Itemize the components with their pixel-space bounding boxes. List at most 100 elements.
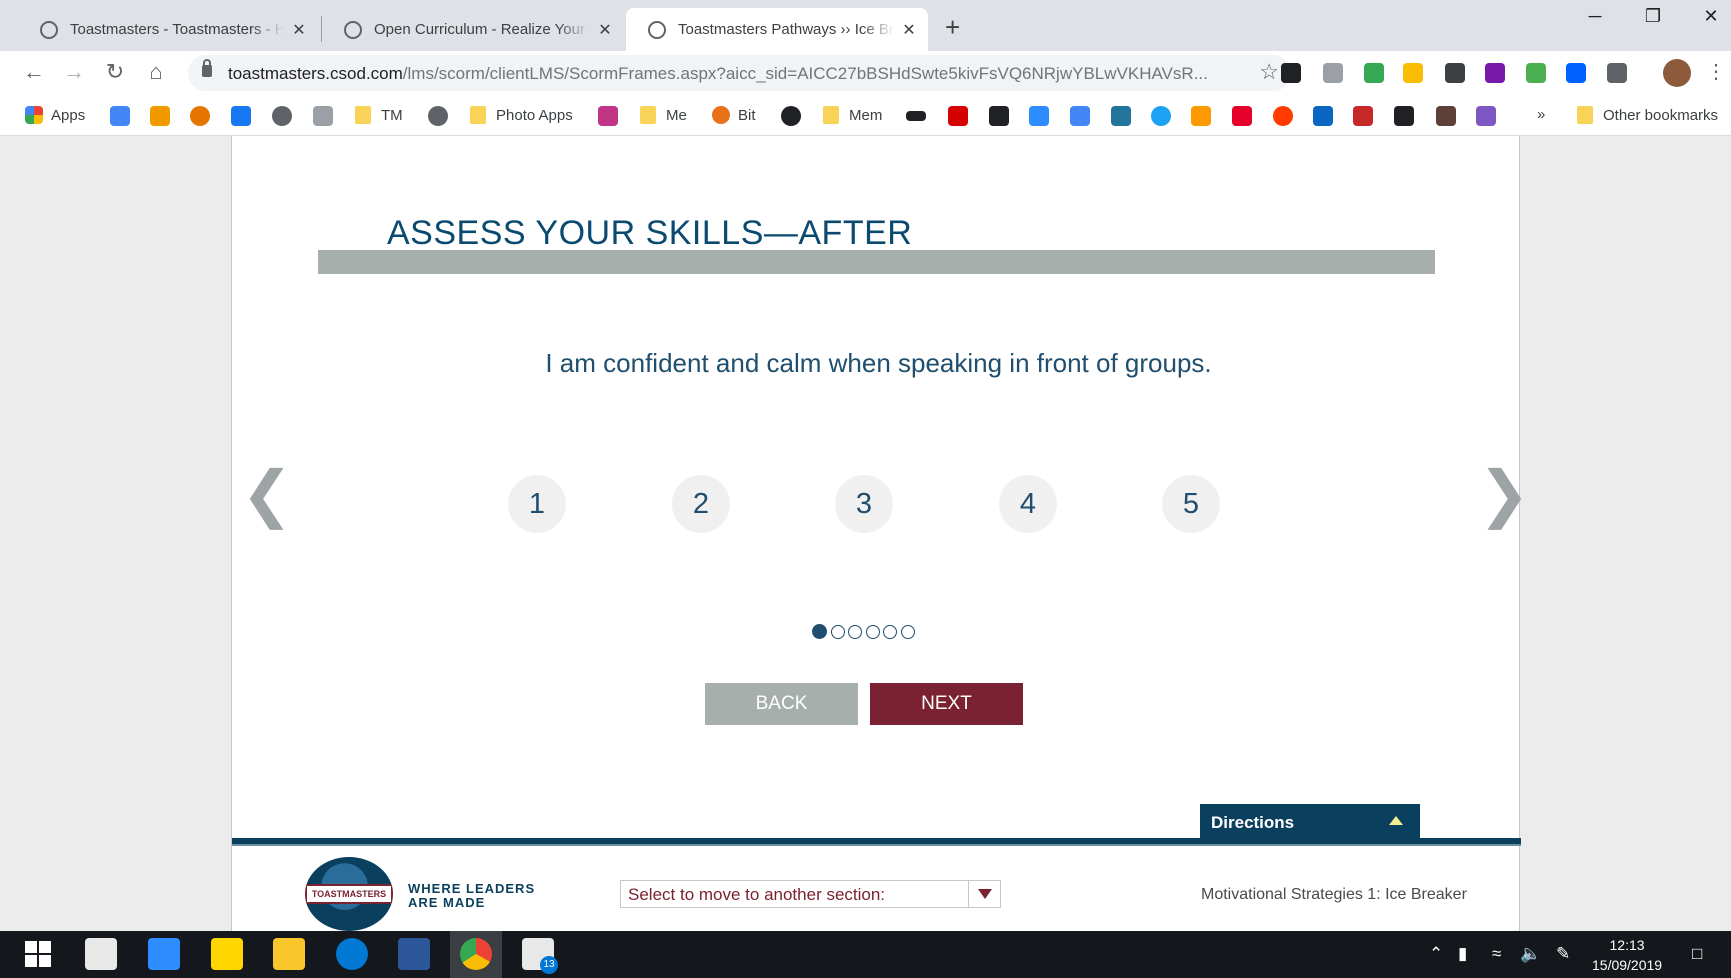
rating-option-2[interactable]: 2	[672, 475, 730, 533]
address-bar[interactable]: toastmasters.csod.com/lms/scorm/clientLM…	[188, 55, 1291, 91]
bookmark-icon[interactable]	[781, 106, 801, 126]
calendar-bookmark-icon[interactable]	[1070, 106, 1090, 126]
new-tab-button[interactable]: +	[945, 12, 960, 43]
rating-option-3[interactable]: 3	[835, 475, 893, 533]
progress-dot-6[interactable]	[900, 624, 915, 639]
bookmark-star-icon[interactable]: ☆	[1259, 59, 1279, 85]
windows-start-icon[interactable]	[22, 938, 54, 970]
profile-avatar[interactable]	[1663, 59, 1691, 87]
facebook-bookmark-icon[interactable]	[231, 106, 251, 126]
action-center-icon[interactable]: □	[1692, 944, 1702, 964]
rating-option-4[interactable]: 4	[999, 475, 1057, 533]
bookmark-icon[interactable]	[989, 106, 1009, 126]
system-clock[interactable]: 12:13 15/09/2019	[1592, 935, 1662, 975]
section-select[interactable]: Select to move to another section:	[620, 880, 1001, 908]
bbc-bookmark-icon[interactable]	[906, 111, 926, 121]
bookmark-bit[interactable]: Bit	[712, 106, 756, 124]
bookmark-icon[interactable]	[1394, 106, 1414, 126]
forward-arrow-icon[interactable]: →	[58, 56, 90, 88]
mail-app-icon[interactable]: 13	[522, 938, 558, 974]
tab-open-curriculum[interactable]: Open Curriculum - Realize Your P ✕	[322, 8, 624, 51]
bookmarks-bar: Apps TM Photo Apps Me Bit Mem » Other bo…	[0, 96, 1731, 136]
tab-close-icon[interactable]: ✕	[290, 20, 308, 40]
zoom-bookmark-icon[interactable]	[1029, 106, 1049, 126]
previous-slide-arrow-icon[interactable]: ❮	[241, 464, 293, 526]
amazon-bookmark-icon[interactable]	[1191, 106, 1211, 126]
tray-chevron-up-icon[interactable]: ⌃	[1429, 944, 1443, 964]
tab-close-icon[interactable]: ✕	[900, 20, 918, 40]
reload-icon[interactable]: ↻	[99, 56, 131, 88]
bookmark-folder-photo-apps[interactable]: Photo Apps	[470, 106, 573, 124]
bookmark-folder-tm[interactable]: TM	[355, 106, 403, 124]
word-icon[interactable]	[398, 938, 430, 970]
onenote-extension-icon[interactable]	[1485, 63, 1505, 83]
tab-pathways-active[interactable]: Toastmasters Pathways ›› Ice Brea ✕	[626, 8, 928, 51]
bookmark-label: Mem	[849, 106, 883, 124]
battery-icon[interactable]: ▮	[1458, 944, 1467, 964]
bookmark-icon[interactable]	[1476, 106, 1496, 126]
google-bookmark-icon[interactable]	[110, 106, 130, 126]
tab-toastmasters[interactable]: Toastmasters - Toastmasters - Ha ✕	[18, 8, 318, 51]
globe-icon	[344, 20, 362, 39]
twitter-bookmark-icon[interactable]	[1151, 106, 1171, 126]
rating-option-1[interactable]: 1	[508, 475, 566, 533]
speaker-icon[interactable]: 🔈	[1520, 944, 1541, 964]
chevron-down-icon[interactable]	[968, 880, 1000, 908]
app-icon[interactable]	[336, 938, 368, 970]
dropbox-extension-icon[interactable]	[1566, 63, 1586, 83]
download-extension-icon[interactable]	[1364, 63, 1384, 83]
screenshot-extension-icon[interactable]	[1607, 63, 1627, 83]
folder-icon	[640, 106, 656, 124]
toastmasters-bookmark-icon[interactable]	[428, 106, 448, 126]
directions-label: Directions	[1211, 813, 1295, 832]
bookmark-icon[interactable]	[1232, 106, 1252, 126]
progress-dot-3[interactable]	[848, 624, 862, 639]
back-button[interactable]: BACK	[705, 683, 858, 725]
duckduckgo-bookmark-icon[interactable]	[190, 106, 210, 126]
bookmark-icon[interactable]	[1353, 106, 1373, 126]
directions-toggle[interactable]: Directions	[1200, 804, 1420, 838]
wifi-icon[interactable]: ≈	[1492, 944, 1501, 964]
pen-icon[interactable]: ✎	[1556, 944, 1570, 964]
back-arrow-icon[interactable]: ←	[18, 56, 50, 88]
rating-option-5[interactable]: 5	[1162, 475, 1220, 533]
wordpress-bookmark-icon[interactable]	[1111, 106, 1131, 126]
next-slide-arrow-icon[interactable]: ❯	[1478, 464, 1530, 526]
progress-dot-4[interactable]	[865, 624, 880, 639]
tab-close-icon[interactable]: ✕	[596, 20, 614, 40]
bookmark-icon[interactable]	[948, 106, 968, 126]
progress-dot-5[interactable]	[883, 624, 897, 639]
toastmasters-bookmark-icon[interactable]	[272, 106, 292, 126]
bookmark-icon[interactable]	[1273, 106, 1293, 126]
printer-extension-icon[interactable]	[1445, 63, 1465, 83]
drive-extension-icon[interactable]	[1403, 63, 1423, 83]
evernote-extension-icon[interactable]	[1526, 63, 1546, 83]
buffer-extension-icon[interactable]	[1281, 63, 1301, 83]
progress-dot-1[interactable]	[812, 624, 827, 639]
bookmark-icon[interactable]	[1436, 106, 1456, 126]
sticky-notes-icon[interactable]	[211, 938, 243, 970]
mail-extension-icon[interactable]	[1323, 63, 1343, 83]
restore-button[interactable]: ❐	[1630, 6, 1676, 27]
next-button[interactable]: NEXT	[870, 683, 1023, 725]
url-text[interactable]: toastmasters.csod.com/lms/scorm/clientLM…	[228, 64, 1208, 84]
bookmark-folder-me[interactable]: Me	[640, 106, 687, 124]
menu-kebab-icon[interactable]: ⋮	[1700, 56, 1731, 88]
bookmark-icon[interactable]	[150, 106, 170, 126]
minimize-button[interactable]: ─	[1572, 6, 1618, 27]
page-title: ASSESS YOUR SKILLS—AFTER	[387, 214, 913, 252]
chrome-icon[interactable]	[460, 938, 492, 970]
linkedin-bookmark-icon[interactable]	[1313, 106, 1333, 126]
bookmark-folder-mem[interactable]: Mem	[823, 106, 882, 124]
instagram-bookmark-icon[interactable]	[598, 106, 618, 126]
bookmarks-overflow-chevron[interactable]: »	[1537, 106, 1545, 123]
hand-bookmark-icon[interactable]	[313, 106, 333, 126]
bookmark-apps[interactable]: Apps	[25, 106, 85, 124]
bookmark-folder-other[interactable]: Other bookmarks	[1577, 106, 1718, 124]
file-explorer-icon[interactable]	[273, 938, 305, 970]
mail-app-icon[interactable]	[85, 938, 117, 970]
progress-dot-2[interactable]	[830, 624, 845, 639]
home-icon[interactable]: ⌂	[140, 56, 172, 88]
zoom-app-icon[interactable]	[148, 938, 180, 970]
window-close-button[interactable]: ✕	[1688, 6, 1731, 27]
